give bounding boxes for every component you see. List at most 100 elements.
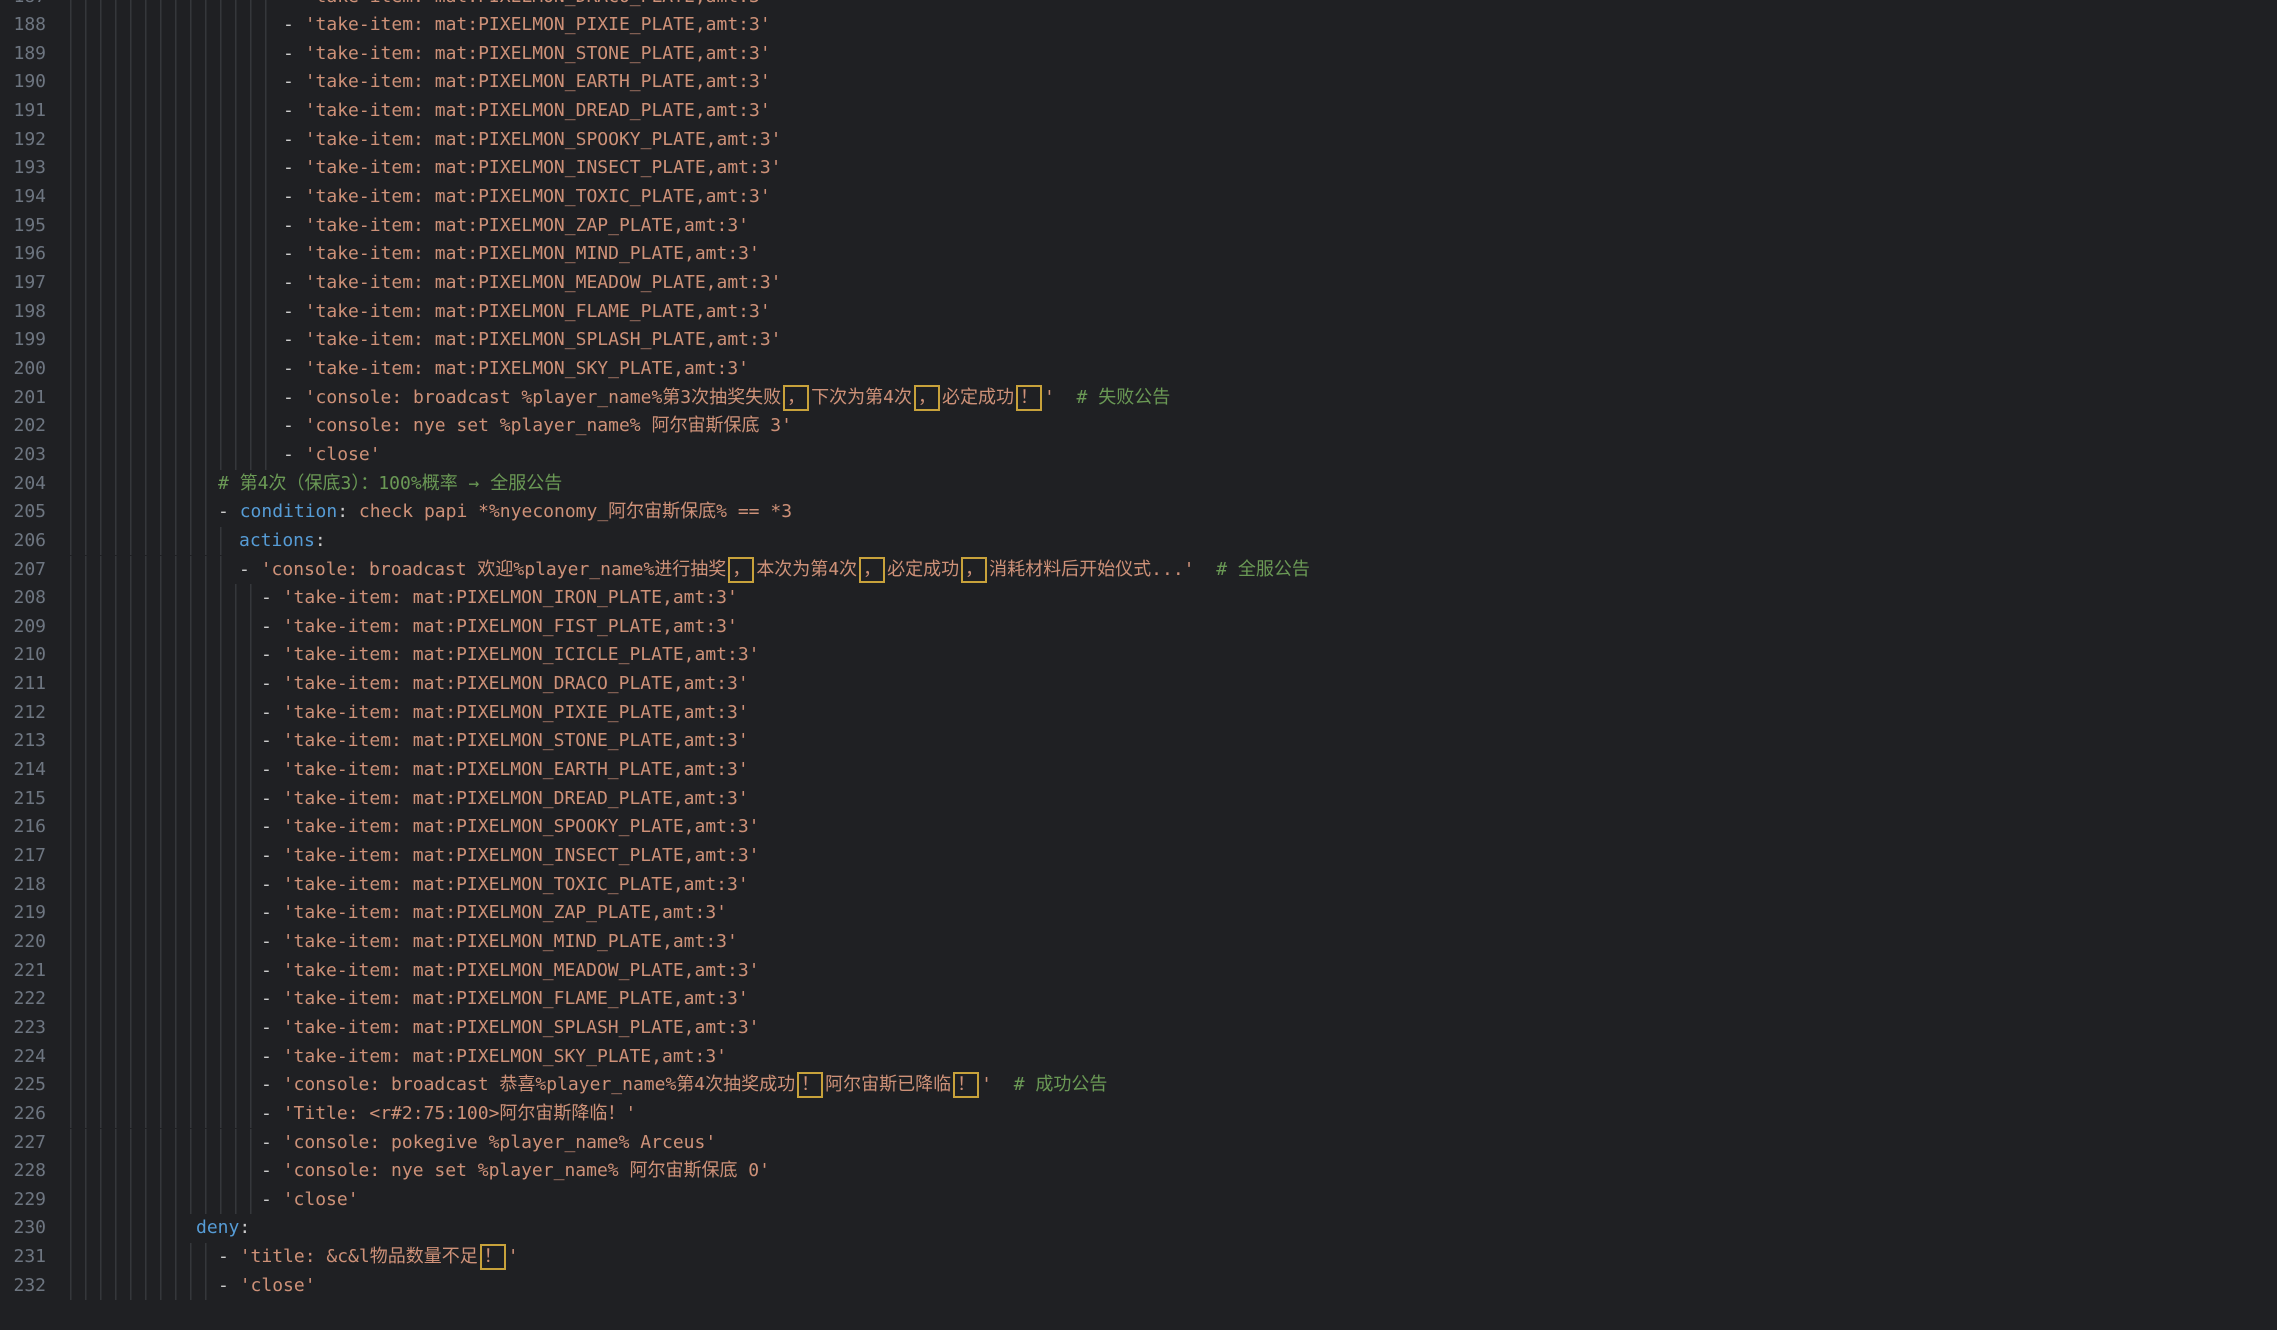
code-line-194[interactable]: 194- 'take-item: mat:PIXELMON_TOXIC_PLAT… xyxy=(0,183,2277,212)
line-number[interactable]: 211 xyxy=(0,670,46,699)
code-line-195[interactable]: 195- 'take-item: mat:PIXELMON_ZAP_PLATE,… xyxy=(0,212,2277,241)
code-line-220[interactable]: 220- 'take-item: mat:PIXELMON_MIND_PLATE… xyxy=(0,928,2277,957)
line-number[interactable]: 230 xyxy=(0,1214,46,1243)
line-number[interactable]: 207 xyxy=(0,556,46,585)
indent-guides xyxy=(70,1186,253,1215)
code-line-193[interactable]: 193- 'take-item: mat:PIXELMON_INSECT_PLA… xyxy=(0,154,2277,183)
line-number[interactable]: 223 xyxy=(0,1014,46,1043)
indent-guides xyxy=(70,498,210,527)
code-line-203[interactable]: 203- 'close' xyxy=(0,441,2277,470)
line-number[interactable]: 209 xyxy=(0,613,46,642)
line-number[interactable]: 215 xyxy=(0,785,46,814)
line-number[interactable]: 197 xyxy=(0,269,46,298)
line-number[interactable]: 205 xyxy=(0,498,46,527)
code-line-201[interactable]: 201- 'console: broadcast %player_name%第3… xyxy=(0,384,2277,413)
indent-guides xyxy=(70,1214,188,1243)
line-number[interactable]: 193 xyxy=(0,154,46,183)
line-number[interactable]: 202 xyxy=(0,412,46,441)
line-number[interactable]: 220 xyxy=(0,928,46,957)
code-line-198[interactable]: 198- 'take-item: mat:PIXELMON_FLAME_PLAT… xyxy=(0,298,2277,327)
token-string: 'take-item: mat:PIXELMON_FLAME_PLATE,amt… xyxy=(305,301,771,322)
code-line-225[interactable]: 225- 'console: broadcast 恭喜%player_name%… xyxy=(0,1071,2277,1100)
line-number[interactable]: 224 xyxy=(0,1043,46,1072)
code-text: - 'take-item: mat:PIXELMON_STONE_PLATE,a… xyxy=(261,727,749,756)
code-line-224[interactable]: 224- 'take-item: mat:PIXELMON_SKY_PLATE,… xyxy=(0,1043,2277,1072)
line-number[interactable]: 200 xyxy=(0,355,46,384)
code-line-187[interactable]: 187- 'take-item: mat:PIXELMON_DRACO_PLAT… xyxy=(0,0,2277,11)
code-line-230[interactable]: 230deny: xyxy=(0,1214,2277,1243)
code-line-190[interactable]: 190- 'take-item: mat:PIXELMON_EARTH_PLAT… xyxy=(0,68,2277,97)
code-line-199[interactable]: 199- 'take-item: mat:PIXELMON_SPLASH_PLA… xyxy=(0,326,2277,355)
line-number[interactable]: 216 xyxy=(0,813,46,842)
code-line-221[interactable]: 221- 'take-item: mat:PIXELMON_MEADOW_PLA… xyxy=(0,957,2277,986)
code-line-209[interactable]: 209- 'take-item: mat:PIXELMON_FIST_PLATE… xyxy=(0,613,2277,642)
code-line-218[interactable]: 218- 'take-item: mat:PIXELMON_TOXIC_PLAT… xyxy=(0,871,2277,900)
code-line-219[interactable]: 219- 'take-item: mat:PIXELMON_ZAP_PLATE,… xyxy=(0,899,2277,928)
code-line-232[interactable]: 232- 'close' xyxy=(0,1272,2277,1301)
code-line-188[interactable]: 188- 'take-item: mat:PIXELMON_PIXIE_PLAT… xyxy=(0,11,2277,40)
code-line-216[interactable]: 216- 'take-item: mat:PIXELMON_SPOOKY_PLA… xyxy=(0,813,2277,842)
code-line-192[interactable]: 192- 'take-item: mat:PIXELMON_SPOOKY_PLA… xyxy=(0,126,2277,155)
line-number[interactable]: 195 xyxy=(0,212,46,241)
line-number[interactable]: 198 xyxy=(0,298,46,327)
line-number[interactable]: 188 xyxy=(0,11,46,40)
code-line-222[interactable]: 222- 'take-item: mat:PIXELMON_FLAME_PLAT… xyxy=(0,985,2277,1014)
line-number[interactable]: 219 xyxy=(0,899,46,928)
line-number[interactable]: 196 xyxy=(0,240,46,269)
line-number[interactable]: 227 xyxy=(0,1129,46,1158)
code-line-197[interactable]: 197- 'take-item: mat:PIXELMON_MEADOW_PLA… xyxy=(0,269,2277,298)
line-number[interactable]: 222 xyxy=(0,985,46,1014)
line-number[interactable]: 229 xyxy=(0,1186,46,1215)
code-line-227[interactable]: 227- 'console: pokegive %player_name% Ar… xyxy=(0,1129,2277,1158)
line-number[interactable]: 212 xyxy=(0,699,46,728)
line-number[interactable]: 206 xyxy=(0,527,46,556)
code-line-189[interactable]: 189- 'take-item: mat:PIXELMON_STONE_PLAT… xyxy=(0,40,2277,69)
line-number[interactable]: 221 xyxy=(0,957,46,986)
line-number[interactable]: 210 xyxy=(0,641,46,670)
code-line-205[interactable]: 205- condition: check papi *%nyeconomy_阿… xyxy=(0,498,2277,527)
token-string: 'take-item: mat:PIXELMON_DRACO_PLATE,amt… xyxy=(305,0,771,7)
line-number[interactable]: 187 xyxy=(0,0,46,11)
line-number[interactable]: 189 xyxy=(0,40,46,69)
code-line-223[interactable]: 223- 'take-item: mat:PIXELMON_SPLASH_PLA… xyxy=(0,1014,2277,1043)
line-number[interactable]: 213 xyxy=(0,727,46,756)
code-line-191[interactable]: 191- 'take-item: mat:PIXELMON_DREAD_PLAT… xyxy=(0,97,2277,126)
line-number[interactable]: 232 xyxy=(0,1272,46,1301)
code-line-202[interactable]: 202- 'console: nye set %player_name% 阿尔宙… xyxy=(0,412,2277,441)
code-line-210[interactable]: 210- 'take-item: mat:PIXELMON_ICICLE_PLA… xyxy=(0,641,2277,670)
token-string: 'take-item: mat:PIXELMON_MEADOW_PLATE,am… xyxy=(305,272,782,293)
code-line-211[interactable]: 211- 'take-item: mat:PIXELMON_DRACO_PLAT… xyxy=(0,670,2277,699)
code-line-231[interactable]: 231- 'title: &c&l物品数量不足！' xyxy=(0,1243,2277,1272)
line-number[interactable]: 226 xyxy=(0,1100,46,1129)
line-number[interactable]: 199 xyxy=(0,326,46,355)
line-number[interactable]: 201 xyxy=(0,384,46,413)
code-line-215[interactable]: 215- 'take-item: mat:PIXELMON_DREAD_PLAT… xyxy=(0,785,2277,814)
code-line-200[interactable]: 200- 'take-item: mat:PIXELMON_SKY_PLATE,… xyxy=(0,355,2277,384)
code-line-214[interactable]: 214- 'take-item: mat:PIXELMON_EARTH_PLAT… xyxy=(0,756,2277,785)
code-line-213[interactable]: 213 - 'take-item: mat:PIXELMON_STONE_PLAT… xyxy=(0,727,2277,756)
code-line-196[interactable]: 196- 'take-item: mat:PIXELMON_MIND_PLATE… xyxy=(0,240,2277,269)
code-line-226[interactable]: 226- 'Title: <r#2:75:100>阿尔宙斯降临！' xyxy=(0,1100,2277,1129)
code-line-217[interactable]: 217- 'take-item: mat:PIXELMON_INSECT_PLA… xyxy=(0,842,2277,871)
line-number[interactable]: 214 xyxy=(0,756,46,785)
line-number[interactable]: 192 xyxy=(0,126,46,155)
code-line-228[interactable]: 228- 'console: nye set %player_name% 阿尔宙… xyxy=(0,1157,2277,1186)
line-number[interactable]: 191 xyxy=(0,97,46,126)
indent-guides xyxy=(70,1071,253,1100)
code-line-208[interactable]: 208- 'take-item: mat:PIXELMON_IRON_PLATE… xyxy=(0,584,2277,613)
line-number[interactable]: 194 xyxy=(0,183,46,212)
line-number[interactable]: 204 xyxy=(0,470,46,499)
code-line-206[interactable]: 206actions: xyxy=(0,527,2277,556)
code-line-207[interactable]: 207- 'console: broadcast 欢迎%player_name%… xyxy=(0,556,2277,585)
line-number[interactable]: 217 xyxy=(0,842,46,871)
line-number[interactable]: 231 xyxy=(0,1243,46,1272)
line-number[interactable]: 218 xyxy=(0,871,46,900)
line-number[interactable]: 208 xyxy=(0,584,46,613)
code-line-212[interactable]: 212- 'take-item: mat:PIXELMON_PIXIE_PLAT… xyxy=(0,699,2277,728)
code-line-229[interactable]: 229- 'close' xyxy=(0,1186,2277,1215)
line-number[interactable]: 228 xyxy=(0,1157,46,1186)
line-number[interactable]: 225 xyxy=(0,1071,46,1100)
line-number[interactable]: 190 xyxy=(0,68,46,97)
line-number[interactable]: 203 xyxy=(0,441,46,470)
code-line-204[interactable]: 204# 第4次（保底3）：100%概率 → 全服公告 xyxy=(0,470,2277,499)
